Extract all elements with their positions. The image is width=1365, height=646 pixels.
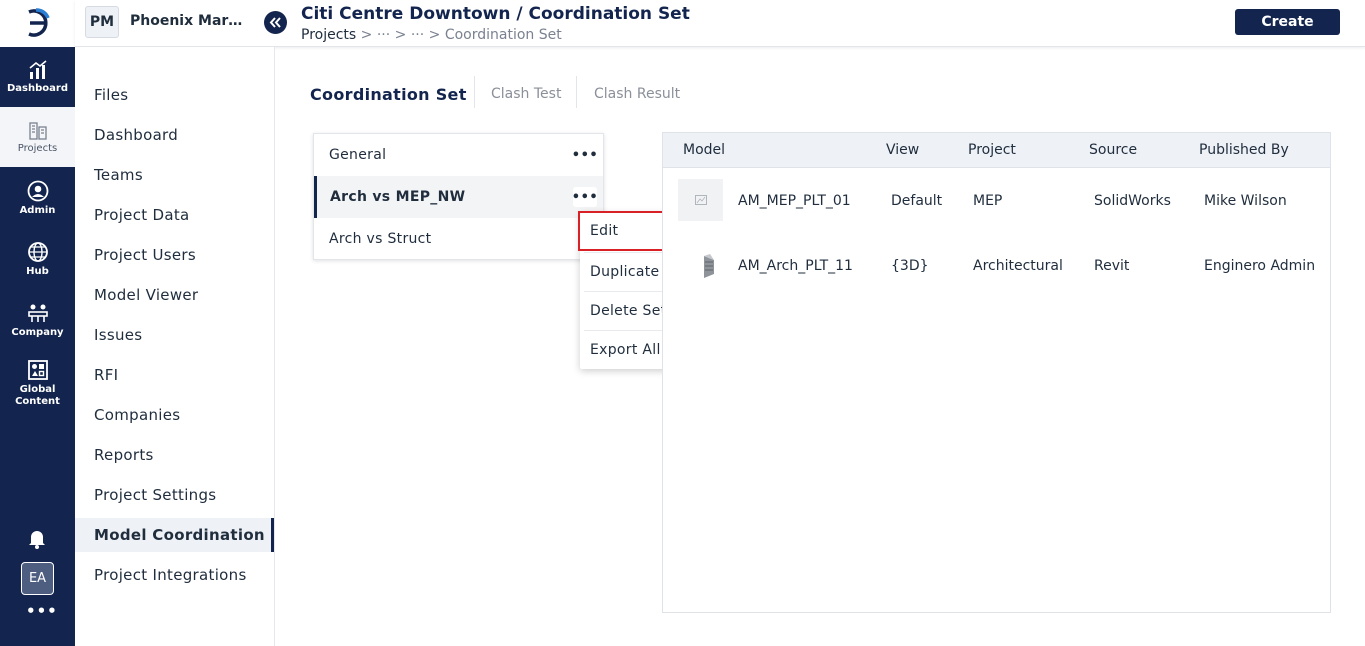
column-header-project[interactable]: Project (968, 142, 1016, 158)
more-options-icon[interactable]: ••• (572, 145, 598, 165)
sidenav-item-teams[interactable]: Teams (75, 158, 274, 192)
breadcrumb: Projects > ··· > ··· > Coordination Set (301, 27, 562, 43)
buildings-icon (28, 121, 47, 140)
set-item-arch-vs-mep[interactable]: Arch vs MEP_NW ••• (314, 176, 603, 218)
breadcrumb-ellipsis[interactable]: ··· (377, 27, 390, 43)
cell-source: SolidWorks (1094, 193, 1171, 209)
model-preview-icon (703, 254, 714, 278)
rail-item-company[interactable]: Company (0, 290, 75, 350)
sidenav-item-reports[interactable]: Reports (75, 438, 274, 472)
cell-view: Default (891, 193, 943, 209)
coordination-sets-list: General ••• Arch vs MEP_NW ••• Arch vs S… (313, 133, 604, 260)
sidenav-item-project-integrations[interactable]: Project Integrations (75, 558, 274, 592)
more-options-icon[interactable]: ••• (572, 187, 598, 207)
sidenav-item-dashboard[interactable]: Dashboard (75, 118, 274, 152)
collapse-sidebar-button[interactable] (264, 11, 287, 34)
set-item-arch-vs-struct[interactable]: Arch vs Struct (314, 218, 603, 260)
sidenav-item-issues[interactable]: Issues (75, 318, 274, 352)
sidenav-item-rfi[interactable]: RFI (75, 358, 274, 392)
rail-item-label: Projects (17, 142, 58, 154)
rail-item-global-content[interactable]: Global Content (0, 351, 75, 415)
app-logo[interactable] (0, 0, 75, 47)
set-name: Arch vs MEP_NW (330, 189, 466, 205)
tab-divider (576, 76, 577, 108)
cell-published-by: Enginero Admin (1204, 258, 1316, 274)
breadcrumb-current: Coordination Set (444, 27, 562, 43)
rail-item-label: Dashboard (7, 82, 68, 94)
models-table: Model View Project Source Published By A… (662, 132, 1331, 613)
set-name: Arch vs Struct (329, 231, 432, 247)
cell-view: {3D} (891, 258, 929, 274)
tab-coordination-set[interactable]: Coordination Set (310, 82, 467, 106)
project-badge[interactable]: PM (85, 6, 119, 38)
tab-clash-test[interactable]: Clash Test (491, 82, 561, 106)
sidenav-item-model-coordination[interactable]: Model Coordination (75, 518, 274, 552)
cell-source: Revit (1094, 258, 1130, 274)
cell-model: AM_MEP_PLT_01 (738, 193, 851, 209)
sidenav-item-project-settings[interactable]: Project Settings (75, 478, 274, 512)
app-rail: Dashboard Projects Admin Hub Company Glo… (0, 0, 75, 646)
set-name: General (329, 147, 387, 163)
rail-item-admin[interactable]: Admin (0, 168, 75, 228)
set-item-general[interactable]: General ••• (314, 134, 603, 176)
shapes-icon (27, 359, 48, 380)
cell-project: Architectural (973, 258, 1063, 274)
top-header: PM Phoenix Marketplace Citi Centre Downt… (75, 0, 1365, 47)
logo-icon (27, 7, 50, 37)
sidenav-item-companies[interactable]: Companies (75, 398, 274, 432)
bell-icon[interactable] (26, 527, 48, 549)
sidenav-item-project-data[interactable]: Project Data (75, 198, 274, 232)
model-thumbnail (678, 244, 723, 286)
column-header-source[interactable]: Source (1089, 142, 1137, 158)
breadcrumb-projects[interactable]: Projects (301, 27, 356, 43)
double-chevron-left-icon (269, 17, 281, 28)
breadcrumb-ellipsis[interactable]: ··· (411, 27, 424, 43)
breadcrumb-separator: > (428, 27, 441, 43)
rail-item-dashboard[interactable]: Dashboard (0, 47, 75, 107)
table-header: Model View Project Source Published By (663, 133, 1330, 168)
breadcrumb-separator: > (394, 27, 407, 43)
page-title: Citi Centre Downtown / Coordination Set (301, 4, 690, 24)
avatar[interactable]: EA (21, 562, 54, 595)
cell-published-by: Mike Wilson (1204, 193, 1287, 209)
more-icon[interactable]: ••• (26, 602, 57, 620)
user-circle-icon (27, 180, 48, 201)
globe-icon (27, 241, 48, 262)
rail-item-label: Admin (19, 204, 56, 216)
cell-model: AM_Arch_PLT_11 (738, 258, 853, 274)
rail-item-hub[interactable]: Hub (0, 229, 75, 289)
tab-clash-result[interactable]: Clash Result (594, 82, 680, 106)
rail-item-label: Hub (26, 265, 49, 277)
column-header-view[interactable]: View (886, 142, 919, 158)
cell-project: MEP (973, 193, 1003, 209)
tab-divider (474, 76, 475, 108)
column-header-model[interactable]: Model (683, 142, 725, 158)
rail-item-projects[interactable]: Projects (0, 107, 75, 167)
sidenav-item-project-users[interactable]: Project Users (75, 238, 274, 272)
column-header-published-by[interactable]: Published By (1199, 142, 1289, 158)
sidenav-item-files[interactable]: Files (75, 78, 274, 112)
rail-item-label: Global Content (15, 383, 60, 407)
model-thumbnail (678, 179, 723, 221)
project-name[interactable]: Phoenix Marketplace (130, 13, 250, 29)
rail-item-label: Company (11, 326, 64, 338)
image-placeholder-icon (694, 195, 707, 205)
breadcrumb-separator: > (360, 27, 373, 43)
chart-icon (28, 59, 47, 79)
project-sidenav: Files Dashboard Teams Project Data Proje… (75, 47, 275, 646)
sidenav-item-model-viewer[interactable]: Model Viewer (75, 278, 274, 312)
company-icon (27, 304, 48, 322)
create-button[interactable]: Create (1235, 9, 1340, 35)
